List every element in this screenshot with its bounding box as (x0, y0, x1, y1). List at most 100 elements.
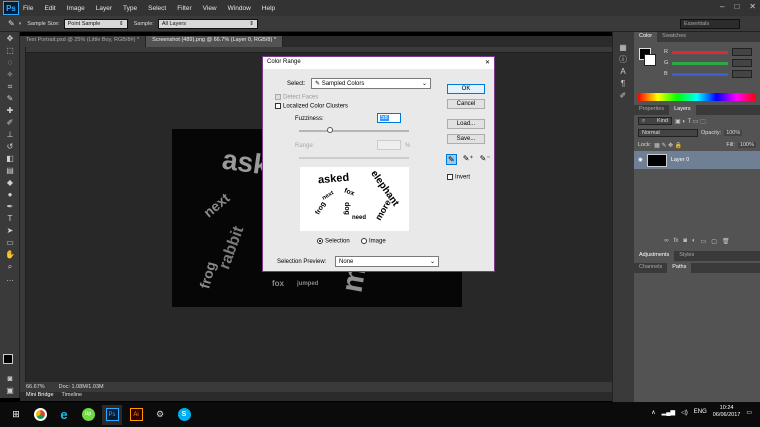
internet-explorer-icon[interactable]: e (54, 405, 74, 425)
bg-color-swatch[interactable] (644, 54, 656, 66)
shape-tool-icon[interactable]: ▭ (3, 237, 17, 248)
history-brush-icon[interactable]: ↺ (3, 141, 17, 152)
mask-icon[interactable]: ◙ (683, 238, 687, 250)
brush-panel-icon[interactable]: ✐ (616, 90, 630, 101)
crop-tool-icon[interactable]: ⌗ (3, 81, 17, 92)
zoom-tool-icon[interactable]: ⌕ (3, 261, 17, 272)
network-icon[interactable]: ▂▄▆ (662, 409, 675, 416)
tab-color[interactable]: Color (634, 32, 658, 42)
opacity-value[interactable]: 100% (724, 130, 743, 136)
detect-faces-checkbox[interactable] (275, 94, 281, 100)
healing-tool-icon[interactable]: ✚ (3, 105, 17, 116)
detect-faces-option[interactable]: Detect Faces (275, 94, 318, 101)
fuzziness-slider-thumb[interactable] (327, 127, 333, 133)
tab-mini-bridge[interactable]: Mini Bridge (26, 392, 54, 401)
notification-icon[interactable]: ▭ (746, 409, 752, 416)
selection-preview-dropdown[interactable]: None ⌄ (335, 256, 439, 267)
stamp-tool-icon[interactable]: ⊥ (3, 129, 17, 140)
selection-preview-image[interactable]: asked elephant fox more dog frog next ne… (300, 167, 409, 231)
eyedropper-tool-icon[interactable]: ✎ (3, 93, 17, 104)
layer-row[interactable]: ◉ Layer 0 (634, 151, 760, 169)
steam-icon[interactable]: ⚙ (150, 405, 170, 425)
eyedropper-minus-icon[interactable]: ✎⁻ (480, 154, 491, 165)
tab-adjustments[interactable]: Adjustments (634, 251, 675, 261)
illustrator-icon[interactable]: Ai (126, 405, 146, 425)
lasso-tool-icon[interactable]: ◌ (3, 57, 17, 68)
tab-styles[interactable]: Styles (674, 251, 699, 261)
trash-icon[interactable]: 🗑 (722, 238, 730, 250)
sample-select[interactable]: All Layers ⇕ (157, 18, 258, 29)
windows-start-icon[interactable]: ⊞ (6, 405, 26, 425)
save-button[interactable]: Save... (447, 134, 485, 144)
tab-paths[interactable]: Paths (667, 263, 692, 273)
tab-channels[interactable]: Channels (634, 263, 667, 273)
quick-mask-icon[interactable]: ◙ (3, 373, 17, 384)
blend-mode-select[interactable]: Normal (638, 129, 698, 137)
hand-tool-icon[interactable]: ✋ (3, 249, 17, 260)
type-tool-icon[interactable]: T (3, 213, 17, 224)
blue-slider-row[interactable]: B (664, 69, 752, 79)
zoom-level[interactable]: 66.67% (26, 384, 45, 390)
dodge-tool-icon[interactable]: ● (3, 189, 17, 200)
eye-icon[interactable]: ◉ (638, 157, 643, 163)
eyedropper-icon[interactable]: ✎ (446, 154, 457, 165)
red-slider[interactable] (671, 50, 728, 54)
screen-mode-icon[interactable]: ▣ (3, 385, 17, 396)
close-button[interactable]: ✕ (749, 2, 756, 11)
brush-tool-icon[interactable]: ✐ (3, 117, 17, 128)
workspace-switcher[interactable]: Essentials (680, 19, 740, 29)
menu-edit[interactable]: Edit (44, 5, 55, 12)
menu-view[interactable]: View (203, 5, 217, 12)
fill-value[interactable]: 100% (737, 142, 756, 148)
quick-select-tool-icon[interactable]: ✧ (3, 69, 17, 80)
menu-filter[interactable]: Filter (177, 5, 191, 12)
green-slider[interactable] (672, 61, 728, 65)
localized-option[interactable]: Localized Color Clusters (275, 103, 348, 110)
tab-properties[interactable]: Properties (634, 105, 669, 115)
cancel-button[interactable]: Cancel (447, 99, 485, 109)
red-slider-row[interactable]: R (664, 47, 752, 57)
tab-layers[interactable]: Layers (669, 105, 696, 115)
invert-checkbox[interactable] (447, 174, 453, 180)
tab-timeline[interactable]: Timeline (62, 392, 83, 401)
sample-size-select[interactable]: Point Sample ⇕ (63, 18, 128, 29)
volume-icon[interactable]: ◁) (681, 409, 688, 416)
fuzziness-input[interactable]: 58 (377, 113, 401, 123)
marquee-tool-icon[interactable]: ⬚ (3, 45, 17, 56)
lock-icons[interactable]: ▦ ✎ ✥ 🔒 (654, 142, 682, 149)
blue-slider[interactable] (671, 72, 728, 76)
menu-window[interactable]: Window (228, 5, 251, 12)
info-panel-icon[interactable]: ⓘ (616, 54, 630, 65)
clock[interactable]: 10:24 06/06/2017 (713, 405, 741, 419)
fx-icon[interactable]: fx (674, 238, 679, 250)
blue-value[interactable] (732, 70, 752, 78)
chevron-up-icon[interactable]: ∧ (651, 409, 655, 416)
localized-checkbox[interactable] (275, 103, 281, 109)
link-icon[interactable]: ∞ (664, 238, 668, 250)
eyedropper-icon[interactable]: ✎ (8, 19, 15, 28)
photoshop-taskbar-icon[interactable]: Ps (102, 404, 122, 425)
layer-name[interactable]: Layer 0 (671, 157, 689, 163)
history-panel-icon[interactable]: ▦ (616, 42, 630, 53)
selection-radio[interactable] (317, 238, 323, 244)
select-dropdown[interactable]: ✎ Sampled Colors ⌄ (311, 78, 431, 89)
gradient-tool-icon[interactable]: ▤ (3, 165, 17, 176)
color-spectrum[interactable] (638, 93, 756, 101)
tool-preset-chevron-icon[interactable]: ▾ (19, 21, 22, 27)
menu-file[interactable]: File (23, 5, 33, 12)
menu-layer[interactable]: Layer (96, 5, 112, 12)
red-value[interactable] (732, 48, 752, 56)
fuzziness-slider[interactable] (299, 130, 409, 132)
image-radio[interactable] (361, 238, 367, 244)
ok-button[interactable]: OK (447, 84, 485, 94)
menu-help[interactable]: Help (262, 5, 275, 12)
paragraph-panel-icon[interactable]: ¶ (616, 78, 630, 89)
selection-radio-option[interactable]: Selection (317, 238, 350, 245)
chrome-icon[interactable] (30, 405, 50, 425)
minimize-button[interactable]: – (720, 2, 724, 11)
blur-tool-icon[interactable]: ◆ (3, 177, 17, 188)
green-value[interactable] (732, 59, 752, 67)
character-panel-icon[interactable]: A (616, 66, 630, 77)
load-button[interactable]: Load... (447, 119, 485, 129)
new-layer-icon[interactable]: ▢ (711, 238, 717, 250)
